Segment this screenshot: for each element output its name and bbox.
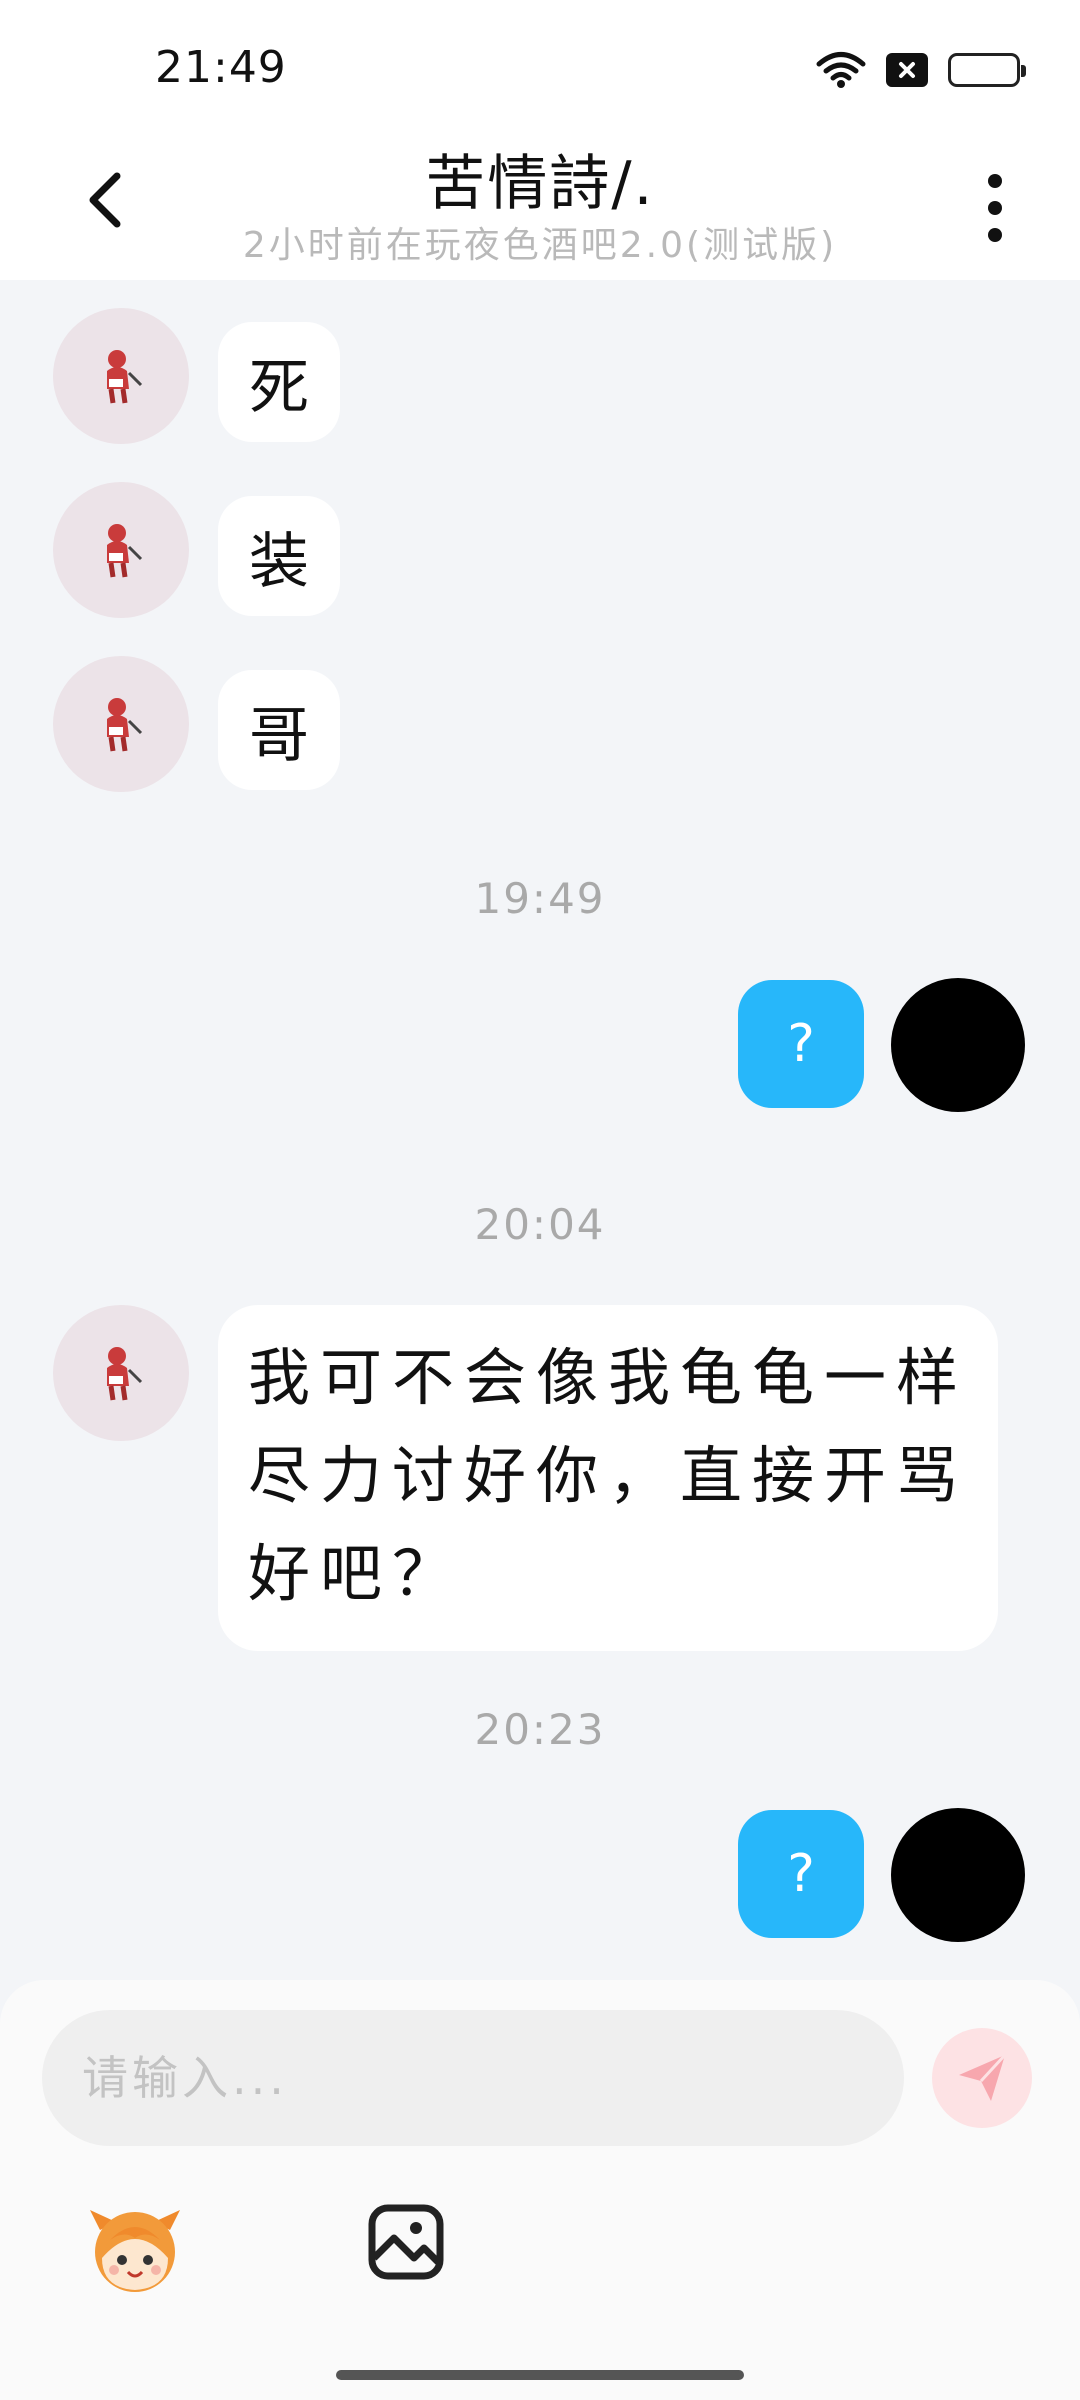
image-picker-button[interactable] bbox=[366, 2202, 446, 2282]
message-bubble[interactable]: 我可不会像我龟龟一样 尽力讨好你，直接开骂 好吧？ bbox=[218, 1305, 998, 1651]
message-list[interactable]: 死 装 哥 19:49 ? 20:04 我可不会像我龟龟一样 尽力讨好你，直接开… bbox=[0, 280, 1080, 1980]
message-bubble[interactable]: 死 bbox=[218, 322, 340, 442]
message-bubble-outgoing[interactable]: ? bbox=[738, 980, 864, 1108]
send-button[interactable] bbox=[932, 2028, 1032, 2128]
battery-low-icon bbox=[948, 53, 1026, 87]
mascot-sticker-icon bbox=[90, 2210, 180, 2292]
contact-activity-status: 2小时前在玩夜色酒吧2.0(测试版) bbox=[242, 225, 838, 266]
avatar-figure-icon bbox=[107, 524, 143, 578]
chat-header: 苦情詩/. 2小时前在玩夜色酒吧2.0(测试版) bbox=[0, 130, 1080, 280]
status-bar: 21:49 bbox=[0, 0, 1080, 130]
message-input[interactable] bbox=[42, 2010, 904, 2146]
image-icon bbox=[368, 2204, 444, 2280]
more-vertical-icon bbox=[988, 174, 1002, 188]
home-indicator[interactable] bbox=[336, 2370, 744, 2380]
status-icons bbox=[816, 50, 1026, 90]
avatar-figure-icon bbox=[107, 350, 143, 404]
avatar-figure-icon bbox=[107, 698, 143, 752]
sticker-button[interactable] bbox=[80, 2200, 190, 2300]
message-bubble[interactable]: 装 bbox=[218, 496, 340, 616]
timestamp-label: 20:23 bbox=[474, 1705, 606, 1754]
message-line: 我可不会像我龟龟一样 bbox=[248, 1341, 969, 1414]
no-sim-icon bbox=[886, 53, 928, 87]
contact-avatar[interactable] bbox=[53, 308, 189, 444]
message-line: 尽力讨好你，直接开骂 bbox=[248, 1439, 969, 1512]
send-icon bbox=[959, 2053, 1007, 2101]
contact-avatar[interactable] bbox=[53, 656, 189, 792]
composer-panel bbox=[0, 1980, 1080, 2400]
timestamp-label: 19:49 bbox=[474, 874, 606, 923]
message-line: 好吧？ bbox=[248, 1537, 465, 1610]
status-time: 21:49 bbox=[155, 42, 287, 93]
more-options-button[interactable] bbox=[970, 168, 1020, 248]
user-avatar[interactable] bbox=[891, 978, 1025, 1112]
wifi-icon bbox=[816, 51, 866, 89]
avatar-figure-icon bbox=[107, 1347, 143, 1401]
message-bubble-outgoing[interactable]: ? bbox=[738, 1810, 864, 1938]
user-avatar[interactable] bbox=[891, 1808, 1025, 1942]
contact-avatar[interactable] bbox=[53, 482, 189, 618]
contact-name: 苦情詩/. bbox=[425, 149, 655, 219]
contact-avatar[interactable] bbox=[53, 1305, 189, 1441]
timestamp-label: 20:04 bbox=[474, 1200, 606, 1249]
message-bubble[interactable]: 哥 bbox=[218, 670, 340, 790]
